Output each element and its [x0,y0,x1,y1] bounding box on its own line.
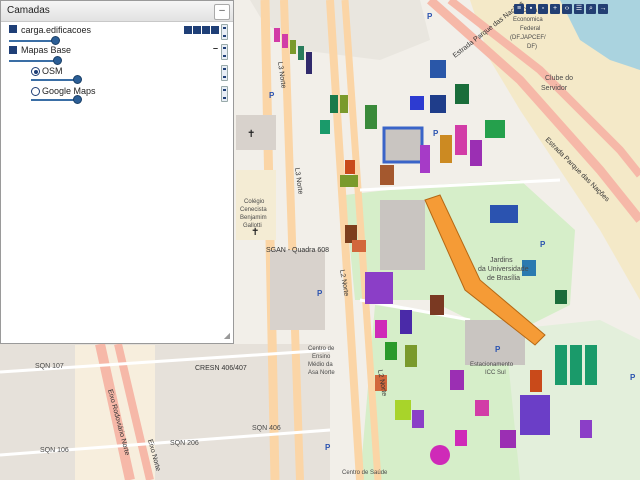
panel-header: Camadas – [1,1,233,22]
layers-icon[interactable]: ≡ [514,4,524,14]
label-centro: Centro de [308,346,335,352]
parking-icon: P [427,12,433,21]
parking-icon: P [433,129,439,138]
label-colegio-2: Cenecista [240,207,267,213]
label-colegio: Colégio [244,199,265,205]
label-sqn107: SQN 107 [35,363,64,370]
layer-name-edificacoes: carga.edificacoes [21,25,92,35]
label-clube: Clube do [545,75,573,82]
layer-option-icon[interactable] [202,26,210,34]
layer-group-icon [9,46,17,54]
layer-icon [9,25,17,33]
opacity-slider-thumb[interactable] [73,95,82,104]
layer-option-icon[interactable] [193,26,201,34]
label-centro-3: Médio da [308,362,333,368]
collapse-button[interactable]: – [214,4,230,20]
label-caixa-3: Federal [520,26,540,32]
church-icon: ✝ [251,227,259,238]
label-estacionamento: Estacionamento [470,362,514,368]
opacity-slider-thumb[interactable] [73,75,82,84]
opacity-slider-osm[interactable] [31,79,79,81]
label-centro-4: Asa Norte [308,370,335,376]
label-sqn206: SQN 206 [170,440,199,447]
label-jardins-3: de Brasília [487,275,520,282]
label-clube-2: Servidor [541,85,568,92]
parking-icon: P [495,345,501,354]
move-icon[interactable]: + [550,4,560,14]
opacity-slider-google[interactable] [31,99,79,101]
layer-option-icon[interactable] [211,26,219,34]
resize-grip-icon[interactable]: ◢ [224,331,230,340]
opacity-slider-base[interactable] [9,60,59,62]
osm-radio[interactable] [31,67,40,76]
label-caixa-4: (DF.JAPCEF/ [510,35,546,41]
group-collapse-icon[interactable]: – [213,43,218,53]
code-icon[interactable]: ‹› [562,4,572,14]
layers-panel: Camadas – carga.edificacoes Mapas Base –… [0,0,234,344]
label-colegio-3: Benjamim [240,215,267,221]
list-icon[interactable]: ☰ [574,4,584,14]
label-sgan: SGAN - Quadra 608 [266,247,329,254]
base-group-name: Mapas Base [21,45,72,55]
label-centro-saude: Centro de Saúde [342,470,388,476]
opacity-slider-thumb[interactable] [51,36,60,45]
google-maps-label: Google Maps [42,86,96,96]
osm-label: OSM [42,66,63,76]
label-sqn106: SQN 106 [40,447,69,454]
reorder-handle[interactable] [221,24,228,40]
label-jardins: Jardins [490,257,513,264]
google-maps-radio[interactable] [31,87,40,96]
label-estacionamento-2: ICC Sul [485,370,506,376]
info-icon[interactable] [184,26,192,34]
parking-icon: P [540,240,546,249]
label-sqn406: SQN 406 [252,425,281,432]
reorder-handle[interactable] [221,65,228,81]
reorder-handle[interactable] [221,44,228,60]
exit-icon[interactable]: → [598,4,608,14]
church-icon: ✝ [247,129,255,140]
label-centro-2: Ensino [312,354,331,360]
label-cresn: CRESN 406/407 [195,365,247,372]
reorder-handle[interactable] [221,86,228,102]
doc-icon[interactable]: ▫ [538,4,548,14]
panel-title: Camadas [7,5,50,16]
label-caixa-2: Economica [513,17,543,23]
parking-icon: P [269,91,275,100]
opacity-slider-thumb[interactable] [53,56,62,65]
save-icon[interactable]: ▪ [526,4,536,14]
parking-icon: P [317,289,323,298]
zoom-icon[interactable]: ⌕ [586,4,596,14]
label-caixa-5: DF) [527,44,537,50]
parking-icon: P [630,373,636,382]
map-toolbar: ≡ ▪ ▫ + ‹› ☰ ⌕ → [514,4,608,14]
parking-icon: P [325,443,331,452]
label-jardins-2: da Universidade [478,266,529,273]
